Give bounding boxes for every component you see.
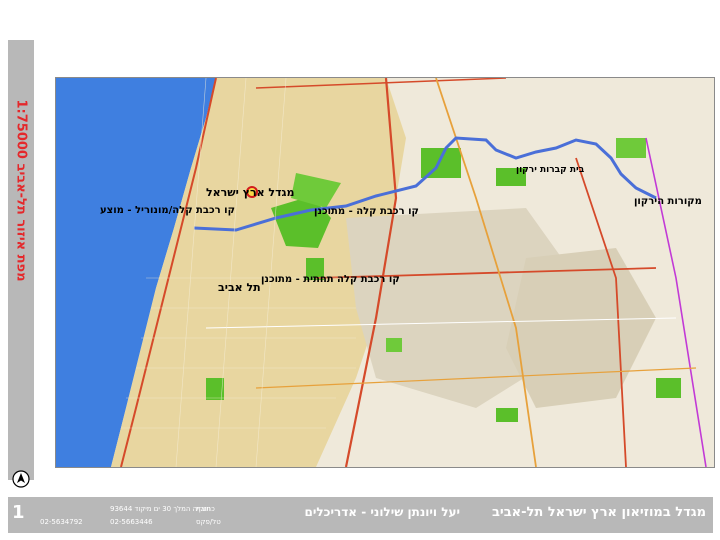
footer-address: חזקיה המלך 30 ים מיקוד 93644 — [110, 505, 211, 513]
sidebar-title: מפת איזור תל-אביב 1:75000 — [8, 40, 34, 340]
footer-phone-1: 02-5634792 — [40, 518, 83, 526]
map-title-text: מפת איזור תל-אביב 1:75000 — [13, 99, 29, 281]
label-museum: מגדל ארץ ישראל — [206, 186, 295, 199]
label-cemetery: בית קברות ירקון — [516, 165, 585, 175]
page-number: 1 — [12, 502, 25, 523]
label-light-rail: קו רכבת קלה - מתוכנן — [314, 206, 419, 217]
label-underground-rail: קו רכבת קלה תחתית - מתוכנן — [261, 274, 400, 285]
label-yarkon-springs: מקורות הירקון — [634, 196, 702, 207]
map-area[interactable]: מגדל ארץ ישראל קו רכבת קלה/מונוריל - מוצ… — [55, 77, 715, 468]
footer-architects: יעל ויונתן שילוני - אדריכלים — [304, 505, 460, 519]
footer-title: מגדל במוזיאון ארץ ישראל תל-אביב — [491, 505, 706, 520]
phone-label: טל/פקס — [196, 518, 221, 526]
label-monorail-line: קו רכבת קלה/מונוריל - מוצע — [100, 205, 235, 216]
map-canvas — [56, 78, 714, 467]
north-arrow-icon — [12, 470, 30, 488]
label-tel-aviv: תל אביב — [218, 281, 261, 294]
footer-phone-2: 02-5663446 — [110, 518, 153, 526]
